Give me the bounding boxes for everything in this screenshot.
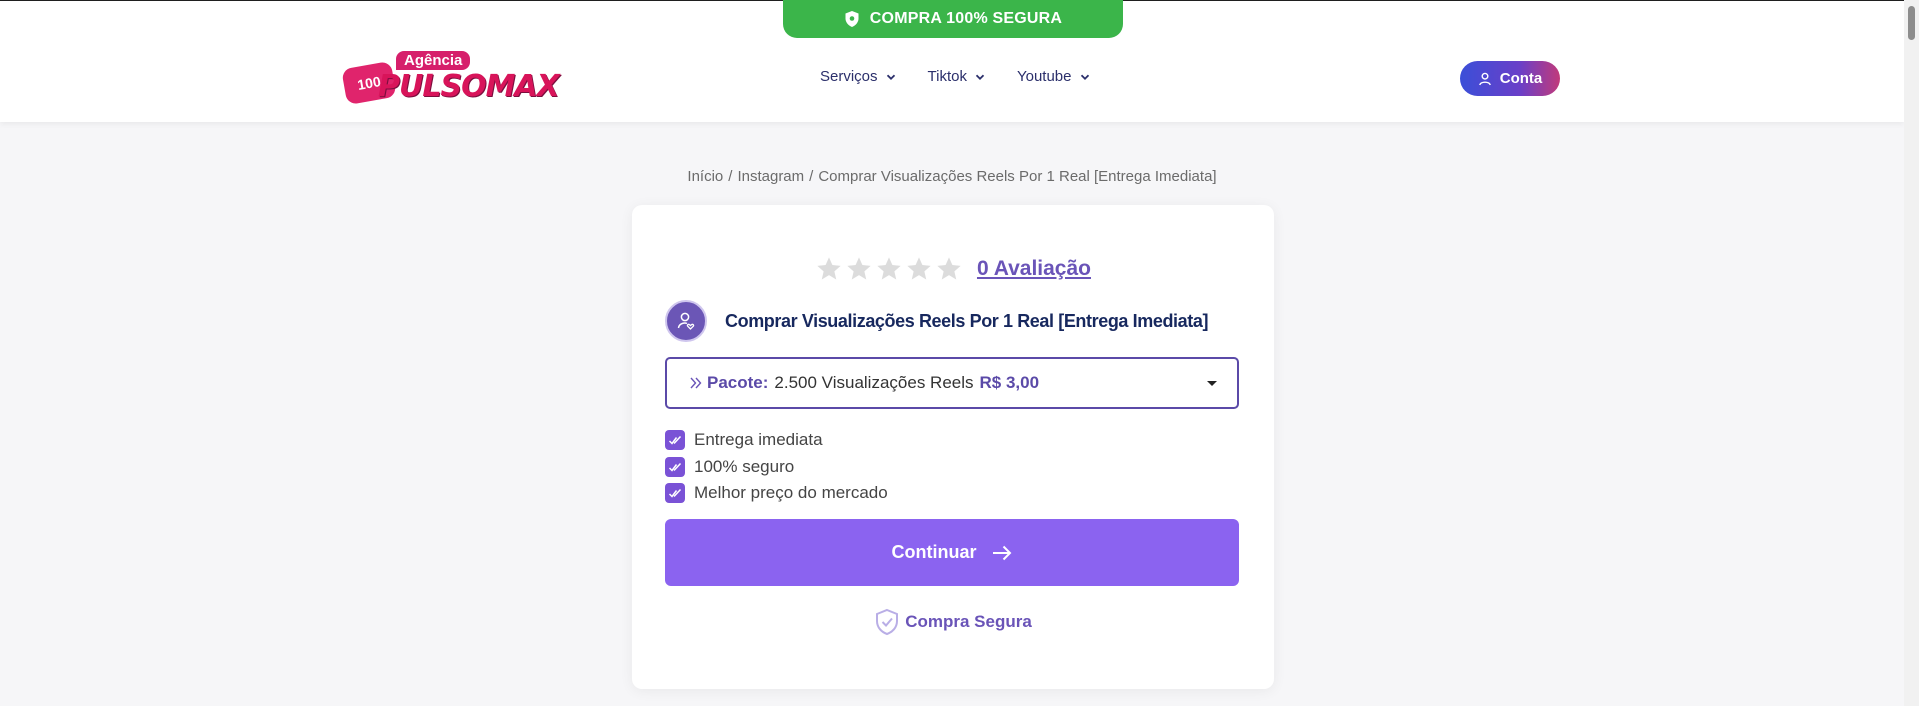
product-header: Comprar Visualizações Reels Por 1 Real [… bbox=[665, 300, 1208, 342]
user-icon bbox=[1478, 72, 1492, 86]
product-card: 0 Avaliação Comprar Visualizações Reels … bbox=[632, 205, 1274, 689]
feature-text: 100% seguro bbox=[694, 456, 795, 476]
scrollbar-thumb[interactable] bbox=[1908, 6, 1915, 40]
double-chevron-right-icon bbox=[689, 376, 703, 390]
rating-row: 0 Avaliação bbox=[632, 255, 1274, 283]
site-logo[interactable]: 100 Agência PULSOMAX bbox=[341, 51, 560, 107]
star-icon bbox=[815, 255, 843, 283]
package-value: 2.500 Visualizações Reels bbox=[774, 373, 974, 392]
continue-button[interactable]: Continuar bbox=[665, 519, 1239, 586]
secure-purchase-note: Compra Segura bbox=[632, 608, 1274, 636]
logo-wordmark: PULSOMAX bbox=[378, 69, 560, 104]
main-nav: Serviços Tiktok Youtube bbox=[820, 68, 1090, 85]
package-select[interactable]: Pacote: 2.500 Visualizações Reels R$ 3,0… bbox=[665, 357, 1239, 409]
shield-icon bbox=[844, 10, 860, 28]
feature-text: Melhor preço do mercado bbox=[694, 483, 888, 503]
nav-item-servicos[interactable]: Serviços bbox=[820, 68, 896, 85]
secure-note-label: Compra Segura bbox=[905, 612, 1032, 631]
breadcrumb: Início / Instagram / Comprar Visualizações R… bbox=[687, 168, 1217, 185]
package-label: Pacote: bbox=[707, 373, 769, 392]
secure-purchase-banner: COMPRA 100% SEGURA bbox=[783, 0, 1123, 38]
star-icon bbox=[875, 255, 903, 283]
arrow-right-icon bbox=[991, 544, 1013, 562]
feature-item: Melhor preço do mercado bbox=[665, 480, 888, 507]
check-icon bbox=[665, 456, 685, 477]
caret-down-icon bbox=[1207, 381, 1217, 386]
nav-item-youtube[interactable]: Youtube bbox=[1017, 68, 1090, 85]
feature-item: 100% seguro bbox=[665, 454, 888, 481]
feature-list: Entrega imediata 100% seguro Melhor preç… bbox=[665, 427, 888, 507]
star-icon bbox=[845, 255, 873, 283]
secure-banner-text: COMPRA 100% SEGURA bbox=[869, 10, 1063, 27]
continue-label: Continuar bbox=[891, 542, 977, 562]
product-title: Comprar Visualizações Reels Por 1 Real [… bbox=[725, 310, 1209, 331]
package-price: R$ 3,00 bbox=[979, 373, 1040, 392]
breadcrumb-home[interactable]: Início bbox=[687, 168, 723, 185]
chevron-down-icon bbox=[975, 72, 985, 82]
feature-text: Entrega imediata bbox=[694, 430, 823, 450]
account-label: Conta bbox=[1499, 70, 1543, 87]
rating-stars bbox=[815, 255, 963, 283]
chevron-down-icon bbox=[886, 72, 896, 82]
nav-item-label: Youtube bbox=[1016, 68, 1072, 85]
star-icon bbox=[905, 255, 933, 283]
chevron-down-icon bbox=[1080, 72, 1090, 82]
logo-badge-text: Agência bbox=[396, 51, 471, 70]
check-icon bbox=[665, 430, 685, 451]
shield-check-icon bbox=[874, 608, 900, 636]
nav-item-label: Serviços bbox=[820, 68, 878, 85]
page-scrollbar[interactable] bbox=[1904, 0, 1919, 706]
star-icon bbox=[935, 255, 963, 283]
feature-item: Entrega imediata bbox=[665, 427, 888, 454]
nav-item-tiktok[interactable]: Tiktok bbox=[928, 68, 985, 85]
breadcrumb-category[interactable]: Instagram bbox=[737, 168, 804, 185]
user-heart-icon bbox=[665, 300, 707, 342]
check-icon bbox=[665, 483, 685, 504]
breadcrumb-current: Comprar Visualizações Reels Por 1 Real [… bbox=[818, 168, 1217, 185]
nav-item-label: Tiktok bbox=[927, 68, 967, 85]
rating-count-link[interactable]: 0 Avaliação bbox=[977, 257, 1091, 281]
account-button[interactable]: Conta bbox=[1460, 61, 1560, 96]
